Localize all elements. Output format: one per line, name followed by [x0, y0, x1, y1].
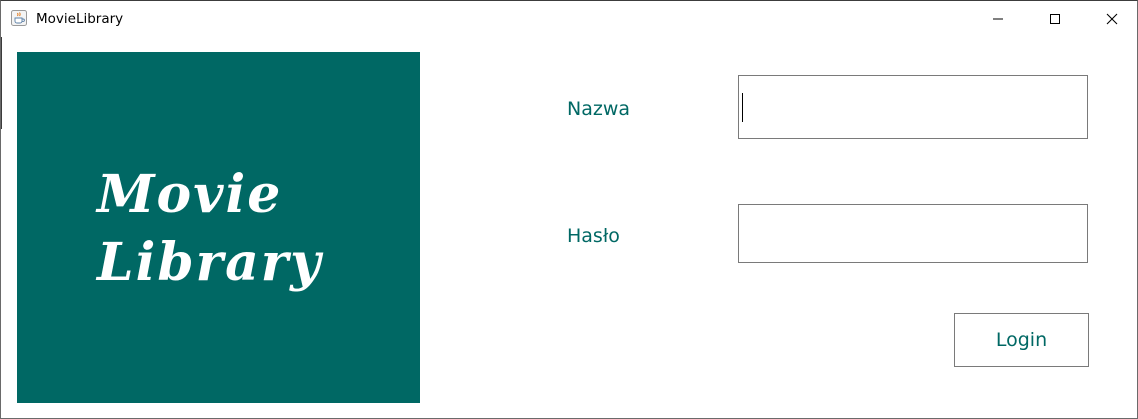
- java-coffee-cup-icon: [11, 10, 27, 26]
- minimize-icon: [992, 10, 1004, 29]
- minimize-button[interactable]: [975, 1, 1021, 37]
- maximize-button[interactable]: [1032, 1, 1078, 37]
- close-icon: [1106, 10, 1118, 29]
- password-input[interactable]: [738, 204, 1088, 263]
- login-window: MovieLibrary Movie Library Nazwa Hasło L…: [0, 0, 1138, 419]
- password-label: Hasło: [567, 225, 620, 247]
- logo-panel: Movie Library: [17, 52, 420, 403]
- login-button[interactable]: Login: [954, 313, 1089, 367]
- close-button[interactable]: [1089, 1, 1135, 37]
- window-edge-divider: [1, 37, 2, 129]
- logo-text-line-2: Library: [97, 232, 323, 293]
- text-cursor: [742, 93, 743, 122]
- username-label: Nazwa: [567, 98, 631, 120]
- username-input[interactable]: [738, 75, 1088, 139]
- maximize-icon: [1049, 10, 1061, 29]
- logo-text-line-1: Movie: [97, 164, 283, 225]
- title-bar[interactable]: MovieLibrary: [1, 1, 1137, 37]
- window-title: MovieLibrary: [36, 11, 124, 27]
